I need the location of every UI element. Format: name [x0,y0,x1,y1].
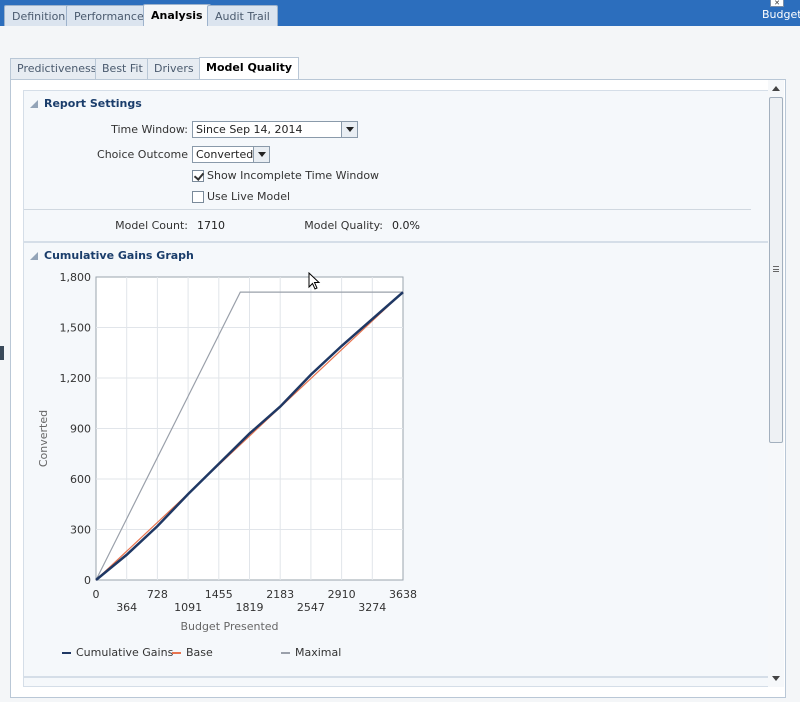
tab-performance[interactable]: Performance [66,5,152,26]
x-tick-label: 3638 [389,588,417,601]
x-tick-label: 2547 [297,601,325,614]
model-quality-label: Model Quality: [304,219,383,232]
tab-model-quality[interactable]: Model Quality [199,57,300,79]
legend-label: Base [186,646,213,659]
dropdown-arrow-icon[interactable] [253,147,269,162]
scrollbar-thumb[interactable] [769,97,783,443]
choice-outcome-label: Choice Outcome [97,148,188,161]
report-settings-section: Report Settings Time Window: Since Sep 1… [23,90,776,242]
y-tick-label: 1,200 [60,372,92,385]
x-tick-label: 1455 [205,588,233,601]
vertical-scrollbar[interactable] [768,80,784,687]
use-live-model-label: Use Live Model [207,190,291,203]
tab-best-fit[interactable]: Best Fit [95,58,150,79]
tab-predictiveness[interactable]: Predictiveness [10,58,104,79]
collapse-triangle-icon[interactable] [30,99,38,108]
time-window-value: Since Sep 14, 2014 [196,123,303,136]
x-tick-label: 2183 [266,588,294,601]
legend-item-cumulative-gains: Cumulative Gains [62,646,173,659]
mouse-cursor-icon [308,272,321,290]
y-tick-label: 1,800 [60,271,92,284]
model-quality-panel: Report Settings Time Window: Since Sep 1… [10,79,786,698]
tab-definition[interactable]: Definition [4,5,74,26]
y-tick-label: 900 [70,423,91,436]
legend-item-maximal: Maximal [281,646,341,659]
tab-analysis[interactable]: Analysis [143,4,211,26]
x-axis-label: Budget Presented [180,620,278,633]
choice-outcome-select[interactable]: Converted [192,146,270,163]
x-tick-label: 728 [147,588,168,601]
inner-header [4,26,800,56]
tab-audit-trail[interactable]: Audit Trail [207,5,278,26]
close-icon[interactable]: ✕ [770,0,784,7]
scroll-up-icon[interactable] [768,80,784,96]
scroll-down-icon[interactable] [768,671,784,687]
budget-label: Budget [762,8,800,21]
checkbox-checked-icon[interactable] [192,169,204,182]
x-tick-label: 1091 [174,601,202,614]
x-tick-label: 1819 [236,601,264,614]
time-window-label: Time Window: [111,123,188,136]
show-incomplete-label: Show Incomplete Time Window [207,169,380,182]
legend-label: Maximal [295,646,342,659]
legend-swatch-icon [62,651,71,654]
report-settings-title: Report Settings [44,97,142,110]
model-quality-value: 0.0% [392,219,420,232]
section-divider [24,209,751,210]
report-settings-header[interactable]: Report Settings [30,97,142,110]
collapsed-section [23,677,776,687]
budget-panel-toggle[interactable]: ✕ Budget [760,0,800,26]
cumulative-gains-chart: 0 300 600 900 1,200 1,500 1,800 0 728 1455 2183 291… [37,271,417,633]
x-tick-label: 2910 [328,588,356,601]
y-tick-label: 0 [84,574,91,587]
x-tick-label: 3274 [358,601,386,614]
legend-swatch-icon [281,651,290,654]
tab-drivers[interactable]: Drivers [147,58,201,79]
model-count-value: 1710 [197,219,225,232]
use-live-model-checkbox[interactable]: Use Live Model [192,190,290,203]
time-window-select[interactable]: Since Sep 14, 2014 [192,121,358,138]
x-tick-label: 0 [93,588,100,601]
dropdown-arrow-icon[interactable] [341,122,357,137]
cumulative-gains-section: Cumulative Gains Graph 0 300 600 900 1,200 1,… [23,242,776,677]
grip-icon [773,266,779,272]
legend-label: Cumulative Gains [76,646,174,659]
model-count-label: Model Count: [115,219,188,232]
top-bar: Definition Performance Analysis Audit Tr… [0,0,800,26]
y-tick-label: 300 [70,524,91,537]
splitter-handle[interactable] [0,346,4,360]
choice-outcome-value: Converted [196,148,254,161]
show-incomplete-checkbox[interactable]: Show Incomplete Time Window [192,169,379,182]
legend-swatch-icon [172,651,181,654]
y-tick-label: 1,500 [60,322,92,335]
y-axis-label: Converted [37,410,50,467]
legend-item-base: Base [172,646,213,659]
y-tick-label: 600 [70,473,91,486]
checkbox-unchecked-icon[interactable] [192,190,204,203]
x-tick-label: 364 [116,601,137,614]
